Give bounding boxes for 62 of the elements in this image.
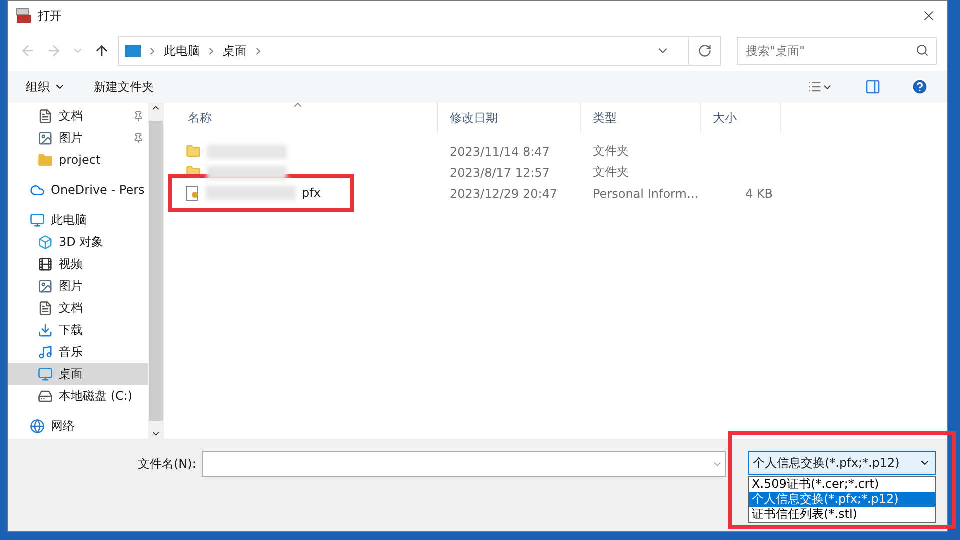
breadcrumb[interactable]: 此电脑 bbox=[164, 42, 200, 60]
sidebar-item[interactable]: 下载 bbox=[8, 319, 148, 341]
sidebar-item[interactable]: 音乐 bbox=[8, 341, 148, 363]
column-header[interactable]: 类型 bbox=[581, 103, 701, 133]
pane-icon bbox=[865, 79, 881, 95]
computer-icon bbox=[30, 212, 45, 228]
filename-label: 文件名(N): bbox=[138, 456, 198, 473]
cloud-icon bbox=[30, 182, 45, 198]
sidebar-item[interactable]: 图片 bbox=[8, 127, 148, 149]
organize-button[interactable]: 组织 bbox=[26, 78, 66, 96]
list-view-icon bbox=[808, 80, 822, 94]
type-cell-text: Personal Inform... bbox=[592, 186, 700, 200]
size-cell-text: 4 KB bbox=[744, 186, 774, 200]
scrollbar[interactable] bbox=[148, 103, 164, 439]
sidebar-item[interactable]: 视频 bbox=[8, 253, 148, 275]
sidebar-item[interactable]: 本地磁盘 (C:) bbox=[8, 385, 148, 407]
address-bar[interactable]: 此电脑 桌面 bbox=[118, 36, 721, 66]
sidebar-item[interactable]: project bbox=[8, 149, 148, 171]
filename-field[interactable] bbox=[202, 451, 726, 477]
toolbox-icon bbox=[16, 8, 32, 24]
type-cell-text: 文件夹 bbox=[592, 164, 630, 181]
sidebar-item[interactable]: 3D 对象 bbox=[8, 231, 148, 253]
picture-icon bbox=[38, 278, 53, 294]
type-cell-text: 文件夹 bbox=[592, 143, 630, 160]
date-cell-text: 2023/12/29 20:47 bbox=[449, 186, 559, 200]
globe-icon bbox=[30, 418, 45, 434]
folder-icon bbox=[186, 144, 201, 159]
arrow-icon bbox=[46, 43, 62, 59]
date-cell-text: 2023/11/14 8:47 bbox=[449, 144, 551, 158]
sidebar-item[interactable]: 网络 bbox=[8, 415, 148, 437]
sidebar-item[interactable]: 文档 bbox=[8, 297, 148, 319]
search-icon bbox=[916, 44, 929, 57]
document-icon bbox=[38, 300, 53, 316]
monitor-icon bbox=[38, 366, 53, 382]
sidebar-item[interactable]: 图片 bbox=[8, 275, 148, 297]
sidebar-item[interactable]: 此电脑 bbox=[8, 209, 148, 231]
date-cell-text: 2023/8/17 12:57 bbox=[449, 166, 551, 180]
column-header[interactable]: 大小 bbox=[701, 103, 781, 133]
filetype-option[interactable]: 个人信息交换(*.pfx;*.p12) bbox=[749, 492, 935, 507]
new-folder-button[interactable]: 新建文件夹 bbox=[94, 78, 154, 96]
sidebar-item[interactable]: OneDrive - Pers bbox=[8, 179, 148, 201]
document-icon bbox=[38, 108, 53, 124]
folder-icon bbox=[38, 152, 53, 168]
help-icon[interactable] bbox=[911, 78, 929, 96]
search-field[interactable]: 搜索"桌面" bbox=[737, 37, 937, 65]
column-header[interactable]: 修改日期 bbox=[438, 103, 581, 133]
column-header[interactable]: 名称 bbox=[176, 103, 438, 133]
sidebar-item[interactable]: 文档 bbox=[8, 105, 148, 127]
picture-icon bbox=[38, 130, 53, 146]
certificate-icon bbox=[186, 186, 200, 200]
window-title: 打开 bbox=[38, 8, 63, 24]
file-name: pfx bbox=[302, 186, 321, 200]
music-note-icon bbox=[38, 344, 53, 360]
refresh-icon bbox=[698, 44, 712, 58]
monitor-icon bbox=[125, 45, 141, 57]
breadcrumb[interactable]: 桌面 bbox=[223, 42, 247, 60]
cube-icon bbox=[38, 234, 53, 250]
download-arrow-icon bbox=[38, 322, 53, 338]
sidebar-item[interactable]: 桌面 bbox=[8, 363, 148, 385]
drive-icon bbox=[38, 388, 53, 404]
film-icon bbox=[38, 256, 53, 272]
filetype-dropdown[interactable]: 个人信息交换(*.pfx;*.p12) bbox=[748, 451, 936, 475]
